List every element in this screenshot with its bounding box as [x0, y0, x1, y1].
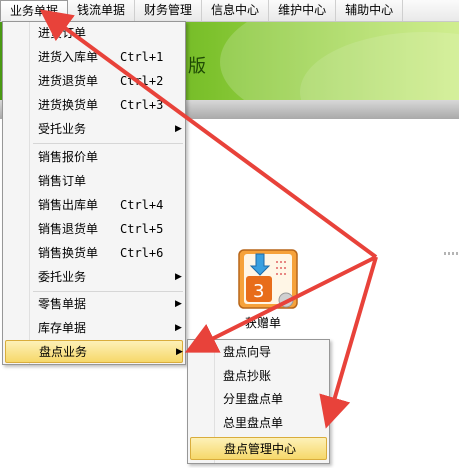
submenu-item-stocktake-center[interactable]: 盘点管理中心: [190, 437, 327, 460]
submenu-item-label: 盘点管理中心: [224, 442, 297, 456]
submenu-arrow-icon: ▶: [175, 299, 182, 309]
submenu-item-stocktake-copy[interactable]: 盘点抄账: [190, 365, 327, 388]
menu-item-label: 销售订单: [38, 174, 87, 188]
menu-item-label: 委托业务: [38, 270, 87, 284]
menu-item-shortcut: Ctrl+1: [120, 50, 164, 64]
menu-item-label: 受托业务: [38, 122, 87, 136]
menu-item-sales-outbound[interactable]: 销售出库单 Ctrl+4: [5, 194, 183, 217]
menu-item-shortcut: Ctrl+4: [120, 198, 164, 212]
menubar: 业务单据 钱流单据 财务管理 信息中心 维护中心 辅助中心: [0, 0, 459, 22]
submenu-item-label: 盘点向导: [223, 345, 272, 359]
menu-item-purchase-exchange[interactable]: 进货换货单 Ctrl+3: [5, 94, 183, 117]
business-docs-dropdown: 进货订单 进货入库单 Ctrl+1 进货退货单 Ctrl+2 进货换货单 Ctr…: [2, 21, 186, 365]
submenu-item-label: 盘点抄账: [223, 369, 272, 383]
app-icon-label[interactable]: 获赠单: [245, 314, 281, 331]
menu-cashflow-docs[interactable]: 钱流单据: [68, 0, 136, 21]
menu-item-label: 销售出库单: [38, 198, 99, 212]
menu-item-sales-order[interactable]: 销售订单: [5, 170, 183, 193]
submenu-arrow-icon: ▶: [175, 323, 182, 333]
menu-item-label: 销售报价单: [38, 150, 99, 164]
menu-item-label: 进货入库单: [38, 50, 99, 64]
menu-item-purchase-order[interactable]: 进货订单: [5, 22, 183, 45]
menu-maintenance-center[interactable]: 维护中心: [269, 0, 337, 21]
menu-item-retail-docs[interactable]: 零售单据 ▶: [5, 293, 183, 316]
submenu-item-stocktake-wizard[interactable]: 盘点向导: [190, 341, 327, 364]
menu-item-shortcut: Ctrl+5: [120, 222, 164, 236]
menu-item-label: 进货订单: [38, 26, 87, 40]
menu-item-label: 盘点业务: [39, 345, 88, 359]
menu-item-shortcut: Ctrl+6: [120, 246, 164, 260]
menu-info-center[interactable]: 信息中心: [202, 0, 270, 21]
stocktake-submenu: 盘点向导 盘点抄账 分里盘点单 总里盘点单 盘点管理中心: [187, 339, 330, 464]
menu-auxiliary-center[interactable]: 辅助中心: [336, 0, 404, 21]
submenu-item-branch-stocktake[interactable]: 分里盘点单: [190, 388, 327, 411]
banner-title: 版: [188, 56, 206, 77]
menu-separator: [33, 291, 183, 292]
menu-item-label: 进货换货单: [38, 98, 99, 112]
menu-finance[interactable]: 财务管理: [135, 0, 203, 21]
menu-item-sales-return[interactable]: 销售退货单 Ctrl+5: [5, 218, 183, 241]
submenu-item-label: 分里盘点单: [223, 392, 284, 406]
menu-item-shortcut: Ctrl+3: [120, 98, 164, 112]
menu-item-sales-quote[interactable]: 销售报价单: [5, 146, 183, 169]
menu-item-stocktake-business[interactable]: 盘点业务 ▶: [5, 340, 183, 363]
menu-item-label: 销售换货单: [38, 246, 99, 260]
submenu-item-total-stocktake[interactable]: 总里盘点单: [190, 412, 327, 435]
menu-separator: [33, 143, 183, 144]
menu-item-label: 零售单据: [38, 297, 87, 311]
submenu-arrow-icon: ▶: [175, 272, 182, 282]
submenu-arrow-icon: ▶: [176, 347, 183, 357]
menu-item-shortcut: Ctrl+2: [120, 74, 164, 88]
dots-decoration: [444, 252, 458, 255]
menu-item-label: 销售退货单: [38, 222, 99, 236]
menu-item-consignment-business[interactable]: 委托业务 ▶: [5, 266, 183, 289]
submenu-arrow-icon: ▶: [175, 124, 182, 134]
menu-item-purchase-return[interactable]: 进货退货单 Ctrl+2: [5, 70, 183, 93]
menu-business-docs[interactable]: 业务单据: [0, 0, 69, 21]
menu-item-inventory-docs[interactable]: 库存单据 ▶: [5, 317, 183, 340]
menu-item-sales-exchange[interactable]: 销售换货单 Ctrl+6: [5, 242, 183, 265]
gift-receipt-icon[interactable]: 3: [236, 246, 300, 312]
svg-text:3: 3: [253, 281, 264, 302]
menu-item-consigned-business[interactable]: 受托业务 ▶: [5, 118, 183, 141]
menu-item-label: 进货退货单: [38, 74, 99, 88]
menu-item-purchase-inbound[interactable]: 进货入库单 Ctrl+1: [5, 46, 183, 69]
menu-item-label: 库存单据: [38, 321, 87, 335]
submenu-item-label: 总里盘点单: [223, 416, 284, 430]
